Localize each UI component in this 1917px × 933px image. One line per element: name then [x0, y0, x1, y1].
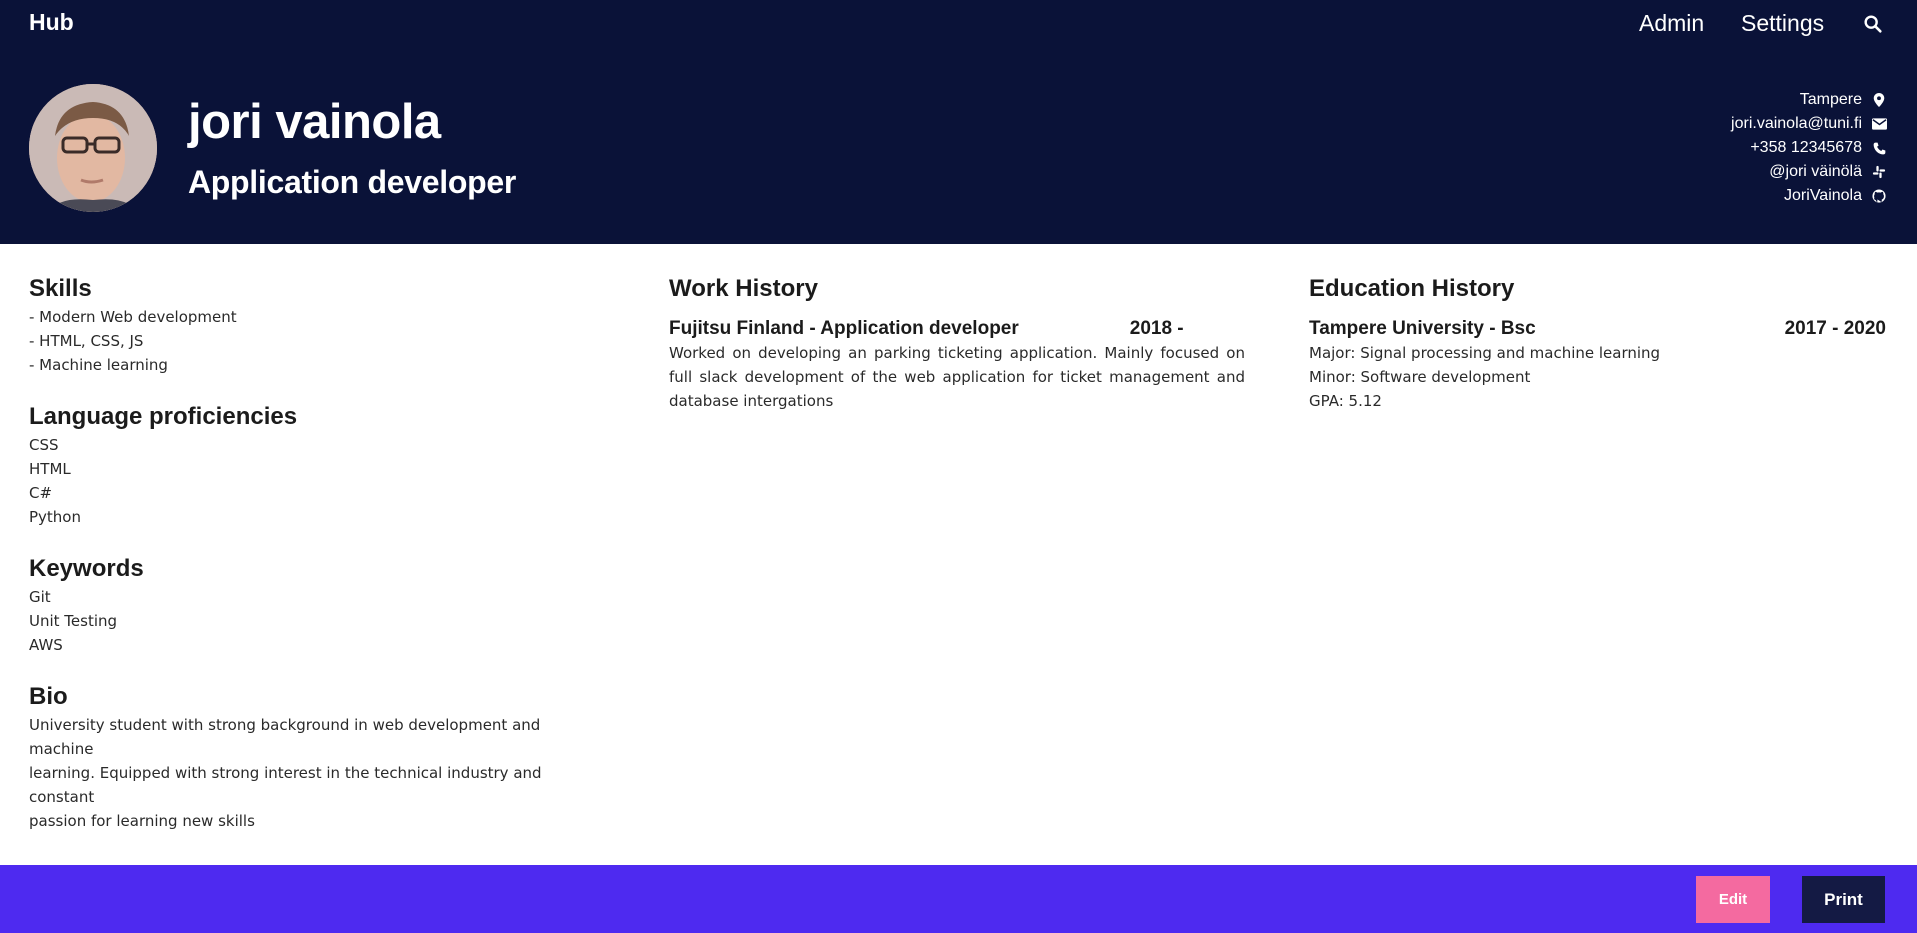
- languages-section: Language proficiencies CSS HTML C# Pytho…: [29, 401, 609, 529]
- bio-line: learning. Equipped with strong interest …: [29, 764, 542, 806]
- keyword-item: AWS: [29, 636, 63, 654]
- keywords-section: Keywords Git Unit Testing AWS: [29, 553, 609, 657]
- nav-settings-link[interactable]: Settings: [1741, 10, 1824, 37]
- education-detail: Major: Signal processing and machine lea…: [1309, 344, 1661, 362]
- top-navigation-bar: Hub Admin Settings: [0, 0, 1917, 48]
- left-column: Skills - Modern Web development - HTML, …: [29, 273, 609, 857]
- keyword-item: Unit Testing: [29, 612, 118, 630]
- email-text[interactable]: jori.vainola@tuni.fi: [1731, 115, 1862, 133]
- education-entry-years: 2017 - 2020: [1784, 318, 1886, 339]
- education-detail: GPA: 5.12: [1309, 392, 1382, 410]
- location-text: Tampere: [1799, 91, 1862, 108]
- slack-icon: [1871, 164, 1887, 180]
- profile-name: jori vainola: [188, 95, 441, 149]
- work-entry-years: 2018 -: [1129, 318, 1184, 339]
- skill-item: - Machine learning: [29, 356, 168, 374]
- education-detail: Minor: Software development: [1309, 368, 1531, 386]
- contact-location: Tampere: [1731, 88, 1887, 112]
- language-item: CSS: [29, 436, 59, 454]
- keywords-heading: Keywords: [29, 555, 144, 582]
- work-history-column: Work History Fujitsu Finland - Applicati…: [669, 273, 1245, 413]
- brand-logo[interactable]: Hub: [29, 9, 74, 36]
- phone-text[interactable]: +358 12345678: [1750, 139, 1862, 157]
- profile-avatar: [29, 84, 157, 212]
- search-icon[interactable]: [1862, 13, 1884, 35]
- skills-heading: Skills: [29, 275, 92, 302]
- print-button[interactable]: Print: [1802, 876, 1885, 923]
- education-entry-title: Tampere University - Bsc: [1309, 318, 1536, 339]
- language-item: Python: [29, 508, 81, 526]
- skill-item: - Modern Web development: [29, 308, 237, 326]
- bio-section: Bio University student with strong backg…: [29, 681, 609, 833]
- mail-icon: [1871, 116, 1887, 132]
- work-entry-description: Worked on developing an parking ticketin…: [669, 344, 1245, 410]
- phone-icon: [1871, 140, 1887, 156]
- bio-line: University student with strong backgroun…: [29, 716, 541, 758]
- language-item: C#: [29, 484, 53, 502]
- nav-admin-link[interactable]: Admin: [1639, 10, 1704, 37]
- action-footer: Edit Print: [0, 865, 1917, 933]
- work-history-heading: Work History: [669, 275, 818, 302]
- bio-line: passion for learning new skills: [29, 812, 255, 830]
- contact-slack: @jori väinölä: [1731, 160, 1887, 184]
- bio-heading: Bio: [29, 683, 68, 710]
- profile-job-title: Application developer: [188, 164, 516, 200]
- github-icon: [1871, 188, 1887, 204]
- keyword-item: Git: [29, 588, 51, 606]
- skills-section: Skills - Modern Web development - HTML, …: [29, 273, 609, 377]
- skill-item: - HTML, CSS, JS: [29, 332, 144, 350]
- github-text[interactable]: JoriVainola: [1784, 187, 1862, 205]
- contact-phone: +358 12345678: [1731, 136, 1887, 160]
- languages-heading: Language proficiencies: [29, 403, 298, 430]
- contact-github: JoriVainola: [1731, 184, 1887, 208]
- location-pin-icon: [1871, 92, 1887, 108]
- edit-button[interactable]: Edit: [1696, 876, 1770, 923]
- contact-email: jori.vainola@tuni.fi: [1731, 112, 1887, 136]
- contact-list: Tampere jori.vainola@tuni.fi +358 123456…: [1731, 88, 1887, 208]
- education-history-column: Education History Tampere University - B…: [1309, 273, 1886, 413]
- work-entry-header: Fujitsu Finland - Application developer …: [669, 317, 1245, 341]
- profile-header: Hub Admin Settings jori vainola Applicat…: [0, 0, 1917, 244]
- education-history-heading: Education History: [1309, 275, 1515, 302]
- work-entry-title: Fujitsu Finland - Application developer: [669, 318, 1019, 339]
- language-item: HTML: [29, 460, 71, 478]
- education-entry-header: Tampere University - Bsc 2017 - 2020: [1309, 317, 1886, 341]
- slack-text[interactable]: @jori väinölä: [1769, 163, 1862, 181]
